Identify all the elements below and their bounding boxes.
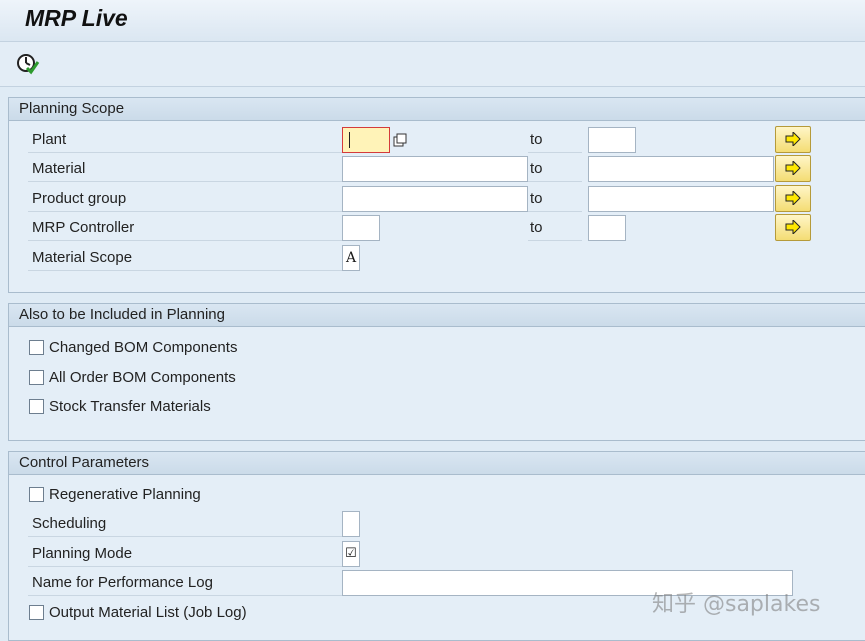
also-included-header: Also to be Included in Planning xyxy=(9,304,865,327)
regenerative-planning-label: Regenerative Planning xyxy=(49,486,201,503)
execute-clock-check-icon[interactable] xyxy=(16,53,40,75)
stock-transfer-materials-label: Stock Transfer Materials xyxy=(49,398,211,415)
application-toolbar xyxy=(0,42,865,87)
material-more-button[interactable] xyxy=(775,155,811,182)
changed-bom-components-label: Changed BOM Components xyxy=(49,339,238,356)
also-included-group: Also to be Included in Planning Changed … xyxy=(8,303,865,441)
planning-mode-label: Planning Mode xyxy=(28,542,342,567)
multiple-selection-icon[interactable] xyxy=(393,133,407,147)
plant-from-input[interactable] xyxy=(342,127,390,153)
title-bar: MRP Live xyxy=(0,0,865,42)
plant-to-input[interactable] xyxy=(588,127,636,153)
mrp-controller-more-button[interactable] xyxy=(775,214,811,241)
arrow-right-icon xyxy=(785,132,801,146)
planning-mode-input[interactable]: ☑ xyxy=(342,541,360,567)
product-group-from-input[interactable] xyxy=(342,186,528,212)
planning-scope-header: Planning Scope xyxy=(9,98,865,121)
arrow-right-icon xyxy=(785,191,801,205)
planning-scope-group: Planning Scope Plant to Material to Prod… xyxy=(8,97,865,293)
material-to-label: to xyxy=(528,157,582,182)
output-material-list-checkbox[interactable] xyxy=(29,605,44,620)
scheduling-label: Scheduling xyxy=(28,512,342,537)
product-group-to-input[interactable] xyxy=(588,186,774,212)
product-group-label: Product group xyxy=(28,187,342,212)
arrow-right-icon xyxy=(785,220,801,234)
mrp-controller-from-input[interactable] xyxy=(342,215,380,241)
mrp-controller-label: MRP Controller xyxy=(28,216,342,241)
material-from-input[interactable] xyxy=(342,156,528,182)
material-scope-label: Material Scope xyxy=(28,246,342,271)
stock-transfer-materials-checkbox[interactable] xyxy=(29,399,44,414)
product-group-more-button[interactable] xyxy=(775,185,811,212)
plant-more-button[interactable] xyxy=(775,126,811,153)
scheduling-input[interactable] xyxy=(342,511,360,537)
control-parameters-header: Control Parameters xyxy=(9,452,865,475)
performance-log-label: Name for Performance Log xyxy=(28,571,342,596)
watermark-text: 知乎 @saplakes xyxy=(652,592,821,617)
text-cursor xyxy=(349,132,350,148)
all-order-bom-components-label: All Order BOM Components xyxy=(49,369,236,386)
output-material-list-label: Output Material List (Job Log) xyxy=(49,604,247,621)
mrp-controller-to-input[interactable] xyxy=(588,215,626,241)
product-group-to-label: to xyxy=(528,187,582,212)
plant-to-label: to xyxy=(528,128,582,153)
plant-label: Plant xyxy=(28,128,342,153)
arrow-right-icon xyxy=(785,161,801,175)
mrp-controller-to-label: to xyxy=(528,216,582,241)
changed-bom-components-checkbox[interactable] xyxy=(29,340,44,355)
material-label: Material xyxy=(28,157,342,182)
material-to-input[interactable] xyxy=(588,156,774,182)
window-title: MRP Live xyxy=(25,5,128,31)
regenerative-planning-checkbox[interactable] xyxy=(29,487,44,502)
material-scope-input[interactable]: A xyxy=(342,245,360,271)
all-order-bom-components-checkbox[interactable] xyxy=(29,370,44,385)
